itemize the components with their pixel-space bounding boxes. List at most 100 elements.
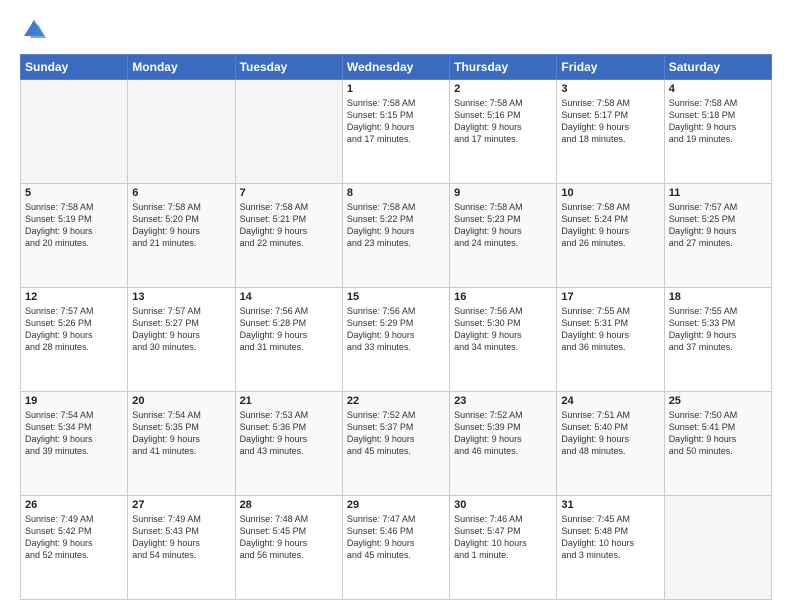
cell-text: Sunrise: 7:50 AMSunset: 5:41 PMDaylight:…: [669, 409, 767, 458]
cell-text: Sunrise: 7:58 AMSunset: 5:19 PMDaylight:…: [25, 201, 123, 250]
cell-line: Daylight: 9 hours: [132, 329, 230, 341]
cell-line: Daylight: 9 hours: [25, 537, 123, 549]
cell-text: Sunrise: 7:56 AMSunset: 5:30 PMDaylight:…: [454, 305, 552, 354]
day-number: 13: [132, 291, 230, 303]
cell-text: Sunrise: 7:54 AMSunset: 5:35 PMDaylight:…: [132, 409, 230, 458]
calendar-week-1: 1 Sunrise: 7:58 AMSunset: 5:15 PMDaylight…: [21, 80, 772, 184]
cell-line: Daylight: 9 hours: [25, 225, 123, 237]
calendar-cell: [235, 80, 342, 184]
cell-line: Daylight: 9 hours: [454, 225, 552, 237]
cell-line: Sunset: 5:26 PM: [25, 317, 123, 329]
cell-line: Daylight: 9 hours: [132, 537, 230, 549]
calendar-cell: 8Sunrise: 7:58 AMSunset: 5:22 PMDaylight…: [342, 184, 449, 288]
calendar-table: SundayMondayTuesdayWednesdayThursdayFrid…: [20, 54, 772, 600]
calendar-week-4: 19Sunrise: 7:54 AMSunset: 5:34 PMDayligh…: [21, 392, 772, 496]
calendar-cell: 3Sunrise: 7:58 AMSunset: 5:17 PMDaylight…: [557, 80, 664, 184]
cell-line: Sunrise: 7:48 AM: [240, 513, 338, 525]
cell-line: Daylight: 9 hours: [347, 225, 445, 237]
day-number: 28: [240, 499, 338, 511]
cell-line: and 45 minutes.: [347, 445, 445, 457]
day-number: 22: [347, 395, 445, 407]
cell-text: Sunrise: 7:52 AMSunset: 5:39 PMDaylight:…: [454, 409, 552, 458]
cell-line: and 56 minutes.: [240, 549, 338, 561]
cell-line: and 24 minutes.: [454, 237, 552, 249]
calendar-cell: 5 Sunrise: 7:58 AMSunset: 5:19 PMDaylight…: [21, 184, 128, 288]
cell-line: Sunset: 5:42 PM: [25, 525, 123, 537]
cell-line: Sunrise: 7:55 AM: [561, 305, 659, 317]
cell-line: Sunrise: 7:49 AM: [132, 513, 230, 525]
day-number: 12: [25, 291, 123, 303]
calendar-cell: 28Sunrise: 7:48 AMSunset: 5:45 PMDayligh…: [235, 496, 342, 600]
cell-line: Sunrise: 7:52 AM: [454, 409, 552, 421]
cell-line: and 45 minutes.: [347, 549, 445, 561]
cell-line: and 1 minute.: [454, 549, 552, 561]
cell-line: Sunrise: 7:52 AM: [347, 409, 445, 421]
cell-line: Sunrise: 7:58 AM: [454, 97, 552, 109]
logo: [20, 16, 52, 44]
cell-text: Sunrise: 7:45 AMSunset: 5:48 PMDaylight:…: [561, 513, 659, 562]
cell-text: Sunrise: 7:57 AMSunset: 5:27 PMDaylight:…: [132, 305, 230, 354]
calendar-cell: 23Sunrise: 7:52 AMSunset: 5:39 PMDayligh…: [450, 392, 557, 496]
cell-line: Daylight: 9 hours: [132, 433, 230, 445]
cell-line: Sunset: 5:21 PM: [240, 213, 338, 225]
calendar-cell: 20Sunrise: 7:54 AMSunset: 5:35 PMDayligh…: [128, 392, 235, 496]
cell-line: Sunset: 5:47 PM: [454, 525, 552, 537]
calendar-cell: 29Sunrise: 7:47 AMSunset: 5:46 PMDayligh…: [342, 496, 449, 600]
cell-line: and 19 minutes.: [669, 133, 767, 145]
day-number: 10: [561, 187, 659, 199]
cell-line: Daylight: 9 hours: [240, 225, 338, 237]
weekday-header-tuesday: Tuesday: [235, 55, 342, 80]
cell-line: Daylight: 9 hours: [561, 225, 659, 237]
cell-line: Sunset: 5:31 PM: [561, 317, 659, 329]
cell-line: and 46 minutes.: [454, 445, 552, 457]
cell-line: Daylight: 9 hours: [347, 121, 445, 133]
weekday-header-row: SundayMondayTuesdayWednesdayThursdayFrid…: [21, 55, 772, 80]
calendar-cell: 12Sunrise: 7:57 AMSunset: 5:26 PMDayligh…: [21, 288, 128, 392]
cell-line: Daylight: 9 hours: [454, 329, 552, 341]
cell-line: and 48 minutes.: [561, 445, 659, 457]
cell-text: Sunrise: 7:47 AMSunset: 5:46 PMDaylight:…: [347, 513, 445, 562]
calendar-cell: 15Sunrise: 7:56 AMSunset: 5:29 PMDayligh…: [342, 288, 449, 392]
day-number: 4: [669, 83, 767, 95]
cell-line: Sunset: 5:41 PM: [669, 421, 767, 433]
calendar-cell: 10Sunrise: 7:58 AMSunset: 5:24 PMDayligh…: [557, 184, 664, 288]
day-number: 5: [25, 187, 123, 199]
cell-line: Sunset: 5:22 PM: [347, 213, 445, 225]
calendar-cell: [128, 80, 235, 184]
calendar-cell: 31 Sunrise: 7:45 AMSunset: 5:48 PMDayligh…: [557, 496, 664, 600]
calendar-cell: 27Sunrise: 7:49 AMSunset: 5:43 PMDayligh…: [128, 496, 235, 600]
day-number: 14: [240, 291, 338, 303]
calendar-cell: 9Sunrise: 7:58 AMSunset: 5:23 PMDaylight…: [450, 184, 557, 288]
calendar-cell: 11Sunrise: 7:57 AMSunset: 5:25 PMDayligh…: [664, 184, 771, 288]
calendar-cell: 30Sunrise: 7:46 AMSunset: 5:47 PMDayligh…: [450, 496, 557, 600]
cell-line: Sunset: 5:39 PM: [454, 421, 552, 433]
cell-line: Sunset: 5:23 PM: [454, 213, 552, 225]
cell-text: Sunrise: 7:58 AMSunset: 5:20 PMDaylight:…: [132, 201, 230, 250]
cell-text: Sunrise: 7:57 AMSunset: 5:25 PMDaylight:…: [669, 201, 767, 250]
day-number: 30: [454, 499, 552, 511]
cell-line: and 23 minutes.: [347, 237, 445, 249]
cell-line: Daylight: 9 hours: [561, 329, 659, 341]
calendar-cell: 17Sunrise: 7:55 AMSunset: 5:31 PMDayligh…: [557, 288, 664, 392]
calendar-cell: 22Sunrise: 7:52 AMSunset: 5:37 PMDayligh…: [342, 392, 449, 496]
cell-text: Sunrise: 7:51 AMSunset: 5:40 PMDaylight:…: [561, 409, 659, 458]
cell-line: Sunrise: 7:56 AM: [454, 305, 552, 317]
cell-line: Sunset: 5:17 PM: [561, 109, 659, 121]
cell-line: Daylight: 9 hours: [347, 433, 445, 445]
cell-line: Sunset: 5:16 PM: [454, 109, 552, 121]
header: [20, 16, 772, 44]
calendar-week-5: 26Sunrise: 7:49 AMSunset: 5:42 PMDayligh…: [21, 496, 772, 600]
day-number: 31: [561, 499, 659, 511]
cell-text: Sunrise: 7:54 AMSunset: 5:34 PMDaylight:…: [25, 409, 123, 458]
cell-line: and 26 minutes.: [561, 237, 659, 249]
day-number: 1: [347, 83, 445, 95]
cell-text: Sunrise: 7:58 AMSunset: 5:15 PMDaylight:…: [347, 97, 445, 146]
cell-text: Sunrise: 7:58 AMSunset: 5:17 PMDaylight:…: [561, 97, 659, 146]
cell-line: Sunrise: 7:56 AM: [347, 305, 445, 317]
cell-text: Sunrise: 7:58 AMSunset: 5:21 PMDaylight:…: [240, 201, 338, 250]
cell-line: Daylight: 9 hours: [669, 225, 767, 237]
cell-line: Daylight: 9 hours: [347, 537, 445, 549]
cell-line: Daylight: 9 hours: [240, 537, 338, 549]
cell-line: and 3 minutes.: [561, 549, 659, 561]
cell-line: and 30 minutes.: [132, 341, 230, 353]
